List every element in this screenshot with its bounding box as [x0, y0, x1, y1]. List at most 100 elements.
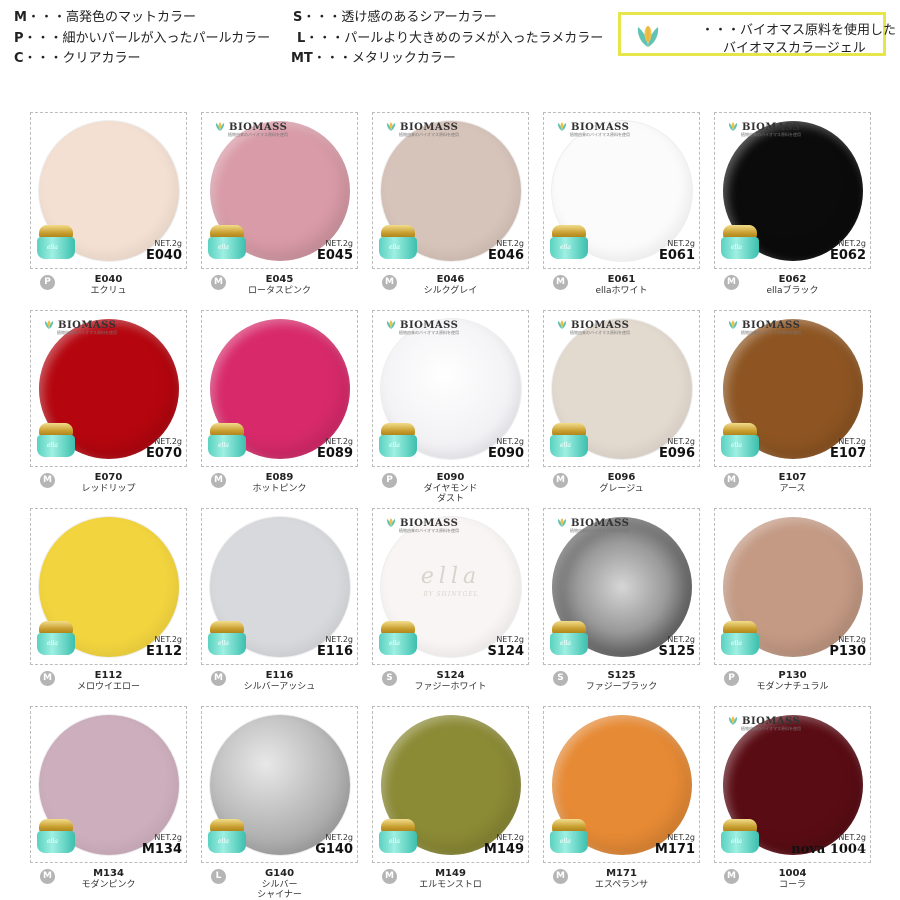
net-weight: NET.2g: [838, 437, 866, 446]
product-code: P130: [778, 670, 807, 681]
biomass-mini-leaf-icon: [557, 122, 567, 131]
gel-jar-icon: ella: [37, 423, 75, 459]
gel-jar-icon: ella: [550, 819, 588, 855]
product-name: エスペランサ: [594, 880, 649, 890]
net-weight: NET.2g: [154, 239, 182, 248]
product-card[interactable]: BIOMASS 植物由来のバイオマス原料を使用 ella NET.2g E045: [201, 112, 358, 269]
net-weight: NET.2g: [154, 833, 182, 842]
biomass-mini-leaf-icon: [557, 518, 567, 527]
product-code: E090: [436, 472, 465, 483]
net-weight: NET.2g: [838, 239, 866, 248]
product-code: E046: [436, 274, 465, 285]
biomass-sub: 植物由来のバイオマス原料を使用: [570, 132, 630, 137]
biomass-sub: 植物由来のバイオマス原料を使用: [57, 330, 117, 335]
product-name: レッドリップ: [81, 484, 136, 494]
biomass-badge: BIOMASS 植物由来のバイオマス原料を使用: [727, 121, 801, 138]
biomass-mini-leaf-icon: [386, 122, 396, 131]
biomass-sub: 植物由来のバイオマス原料を使用: [741, 330, 801, 335]
legend-lame: L・・・パールより大きめのラメが入ったラメカラー: [297, 31, 604, 46]
product-name: ロータスピンク: [247, 286, 311, 296]
product-code-on-image: E062: [829, 248, 866, 263]
product-card[interactable]: ella NET.2g P130: [714, 508, 871, 665]
product-name: ファジーホワイト: [414, 682, 487, 692]
net-weight: NET.2g: [325, 239, 353, 248]
product-code: E112: [94, 670, 123, 681]
product-card[interactable]: ella NET.2g E040: [30, 112, 187, 269]
product-name: シルバー: [261, 880, 298, 890]
gel-jar-icon: ella: [721, 423, 759, 459]
legend-sheer: S・・・透け感のあるシアーカラー: [293, 10, 497, 25]
net-weight: NET.2g: [496, 635, 524, 644]
net-weight: NET.2g: [154, 635, 182, 644]
biomass-sub: 植物由来のバイオマス原料を使用: [228, 132, 288, 137]
gel-jar-icon: ella: [208, 225, 246, 261]
product-card[interactable]: BIOMASS 植物由来のバイオマス原料を使用 ella NET.2g E062: [714, 112, 871, 269]
product-code-on-image: nova 1004: [791, 842, 866, 857]
gel-jar-icon: ella: [550, 423, 588, 459]
gel-jar-icon: ella: [208, 621, 246, 657]
product-name: コーラ: [778, 880, 806, 890]
product-card[interactable]: ella NET.2g E112: [30, 508, 187, 665]
product-card[interactable]: BIOMASS 植物由来のバイオマス原料を使用 ella NET.2g E090: [372, 310, 529, 467]
product-name: モダンピンク: [81, 880, 136, 890]
biomass-badge: BIOMASS 植物由来のバイオマス原料を使用: [385, 319, 459, 336]
product-code-on-image: E096: [658, 446, 695, 461]
product-code: E070: [94, 472, 123, 483]
net-weight: NET.2g: [496, 833, 524, 842]
net-weight: NET.2g: [667, 239, 695, 248]
product-name: シャイナー: [257, 890, 302, 900]
product-card[interactable]: BIOMASS 植物由来のバイオマス原料を使用 ella NET.2g nova 100…: [714, 706, 871, 863]
biomass-mini-leaf-icon: [728, 122, 738, 131]
gel-jar-icon: ella: [379, 819, 417, 855]
biomass-sub: 植物由来のバイオマス原料を使用: [741, 132, 801, 137]
product-card[interactable]: BIOMASS 植物由来のバイオマス原料を使用 ella NET.2g E096: [543, 310, 700, 467]
product-code-on-image: E045: [316, 248, 353, 263]
gel-jar-icon: ella: [379, 225, 417, 261]
biomass-mini-leaf-icon: [728, 716, 738, 725]
legend-clear: C・・・クリアカラー: [14, 51, 141, 66]
ella-logo: ella BY SHINYGEL: [411, 564, 491, 598]
product-card[interactable]: BIOMASS 植物由来のバイオマス原料を使用 ella NET.2g E070: [30, 310, 187, 467]
gel-jar-icon: ella: [37, 621, 75, 657]
product-card[interactable]: ella BY SHINYGEL BIOMASS 植物由来のバイオマス原料を使用 ell…: [372, 508, 529, 665]
product-card[interactable]: BIOMASS 植物由来のバイオマス原料を使用 ella NET.2g E107: [714, 310, 871, 467]
product-code: M171: [606, 868, 637, 879]
product-code-on-image: E089: [316, 446, 353, 461]
product-code-on-image: S125: [658, 644, 696, 659]
gel-jar-icon: ella: [379, 621, 417, 657]
net-weight: NET.2g: [667, 833, 695, 842]
biomass-note-line1: ・・・バイオマス原料を使用した: [701, 23, 897, 38]
product-card[interactable]: ella NET.2g M149: [372, 706, 529, 863]
product-code-on-image: E070: [145, 446, 182, 461]
product-name: モダンナチュラル: [756, 682, 829, 692]
product-card[interactable]: ella NET.2g E089: [201, 310, 358, 467]
net-weight: NET.2g: [667, 635, 695, 644]
product-code-on-image: M149: [483, 842, 524, 857]
product-card[interactable]: ella NET.2g G140: [201, 706, 358, 863]
product-card[interactable]: BIOMASS 植物由来のバイオマス原料を使用 ella NET.2g E046: [372, 112, 529, 269]
biomass-badge: BIOMASS 植物由来のバイオマス原料を使用: [556, 319, 630, 336]
product-name: ファジーブラック: [585, 682, 658, 692]
gel-jar-icon: ella: [37, 819, 75, 855]
product-card[interactable]: ella NET.2g E116: [201, 508, 358, 665]
biomass-mini-leaf-icon: [557, 320, 567, 329]
product-code: E061: [607, 274, 636, 285]
gel-jar-icon: ella: [721, 621, 759, 657]
product-card[interactable]: ella NET.2g M134: [30, 706, 187, 863]
product-code: E089: [265, 472, 294, 483]
product-card[interactable]: BIOMASS 植物由来のバイオマス原料を使用 ella NET.2g S125: [543, 508, 700, 665]
product-code: S124: [436, 670, 465, 681]
biomass-sub: 植物由来のバイオマス原料を使用: [399, 330, 459, 335]
gel-jar-icon: ella: [379, 423, 417, 459]
gel-jar-icon: ella: [550, 225, 588, 261]
net-weight: NET.2g: [325, 437, 353, 446]
product-name: ホットピンク: [252, 484, 307, 494]
product-card[interactable]: BIOMASS 植物由来のバイオマス原料を使用 ella NET.2g E061: [543, 112, 700, 269]
product-name: シルバーアッシュ: [243, 682, 316, 692]
legend-metallic: MT・・・メタリックカラー: [291, 51, 456, 66]
biomass-badge: BIOMASS 植物由来のバイオマス原料を使用: [556, 517, 630, 534]
net-weight: NET.2g: [838, 833, 866, 842]
product-card[interactable]: ella NET.2g M171: [543, 706, 700, 863]
biomass-badge: BIOMASS 植物由来のバイオマス原料を使用: [727, 319, 801, 336]
product-code-on-image: E061: [658, 248, 695, 263]
